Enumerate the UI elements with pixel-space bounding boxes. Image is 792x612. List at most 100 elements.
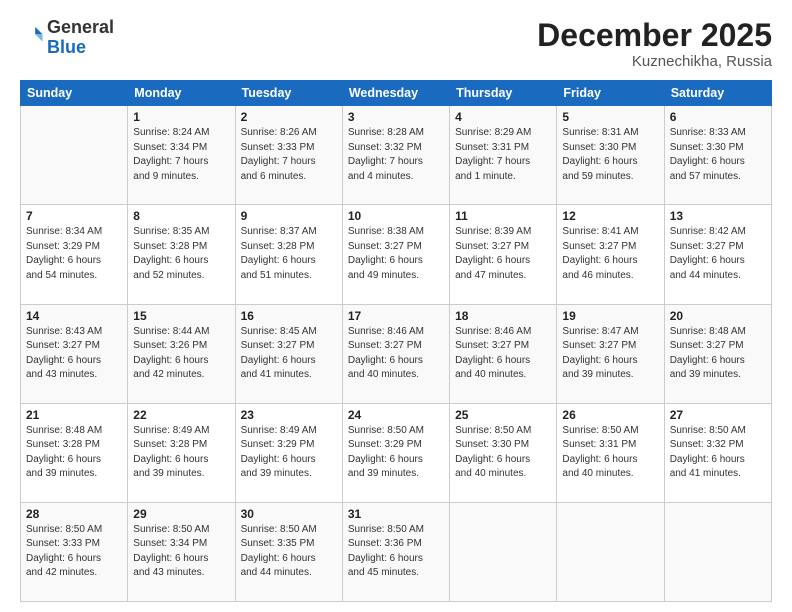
calendar-cell: 31 Sunrise: 8:50 AM Sunset: 3:36 PM Dayli… (342, 502, 449, 601)
day-info: Sunrise: 8:39 AM Sunset: 3:27 PM Dayligh… (455, 225, 551, 283)
day-number: 9 (241, 209, 337, 223)
calendar-cell: 20Sunrise: 8:48 AM Sunset: 3:27 PM Dayli… (664, 304, 771, 403)
day-info: Sunrise: 8:43 AM Sunset: 3:27 PM Dayligh… (26, 325, 122, 383)
day-info: Sunrise: 8:49 AM Sunset: 3:28 PM Dayligh… (133, 424, 229, 482)
day-number: 7 (26, 209, 122, 223)
day-number: 23 (241, 408, 337, 422)
day-info: Sunrise: 8:46 AM Sunset: 3:27 PM Dayligh… (455, 325, 551, 383)
calendar-week-row: 1 Sunrise: 8:24 AM Sunset: 3:34 PM Daylig… (21, 106, 772, 205)
day-info: Sunrise: 8:50 AM Sunset: 3:29 PM Dayligh… (348, 424, 444, 482)
calendar-cell: 9 Sunrise: 8:37 AM Sunset: 3:28 PM Daylig… (235, 205, 342, 304)
day-info: Sunrise: 8:50 AM Sunset: 3:33 PM Dayligh… (26, 523, 122, 581)
calendar-cell: 22 Sunrise: 8:49 AM Sunset: 3:28 PM Dayli… (128, 403, 235, 502)
day-info: Sunrise: 8:29 AM Sunset: 3:31 PM Dayligh… (455, 126, 551, 184)
day-number: 27 (670, 408, 766, 422)
day-number: 13 (670, 209, 766, 223)
day-number: 11 (455, 209, 551, 223)
day-number: 15 (133, 309, 229, 323)
day-info: Sunrise: 8:44 AM Sunset: 3:26 PM Dayligh… (133, 325, 229, 383)
calendar-week-row: 21Sunrise: 8:48 AM Sunset: 3:28 PM Dayli… (21, 403, 772, 502)
day-number: 5 (562, 110, 658, 124)
calendar-cell: 2Sunrise: 8:26 AM Sunset: 3:33 PM Daylig… (235, 106, 342, 205)
day-of-week-monday: Monday (128, 81, 235, 106)
calendar-cell (21, 106, 128, 205)
calendar-cell: 19 Sunrise: 8:47 AM Sunset: 3:27 PM Dayli… (557, 304, 664, 403)
calendar-cell (450, 502, 557, 601)
calendar-cell: 17Sunrise: 8:46 AM Sunset: 3:27 PM Dayli… (342, 304, 449, 403)
day-info: Sunrise: 8:35 AM Sunset: 3:28 PM Dayligh… (133, 225, 229, 283)
day-info: Sunrise: 8:50 AM Sunset: 3:36 PM Dayligh… (348, 523, 444, 581)
day-info: Sunrise: 8:49 AM Sunset: 3:29 PM Dayligh… (241, 424, 337, 482)
day-number: 30 (241, 507, 337, 521)
day-info: Sunrise: 8:33 AM Sunset: 3:30 PM Dayligh… (670, 126, 766, 184)
calendar-week-row: 7Sunrise: 8:34 AM Sunset: 3:29 PM Daylig… (21, 205, 772, 304)
day-info: Sunrise: 8:28 AM Sunset: 3:32 PM Dayligh… (348, 126, 444, 184)
calendar-cell: 10 Sunrise: 8:38 AM Sunset: 3:27 PM Dayli… (342, 205, 449, 304)
logo-icon (22, 24, 44, 46)
calendar-cell: 7Sunrise: 8:34 AM Sunset: 3:29 PM Daylig… (21, 205, 128, 304)
day-info: Sunrise: 8:26 AM Sunset: 3:33 PM Dayligh… (241, 126, 337, 184)
day-number: 26 (562, 408, 658, 422)
day-number: 22 (133, 408, 229, 422)
day-info: Sunrise: 8:50 AM Sunset: 3:32 PM Dayligh… (670, 424, 766, 482)
day-number: 18 (455, 309, 551, 323)
calendar-cell: 4Sunrise: 8:29 AM Sunset: 3:31 PM Daylig… (450, 106, 557, 205)
day-number: 1 (133, 110, 229, 124)
day-info: Sunrise: 8:50 AM Sunset: 3:35 PM Dayligh… (241, 523, 337, 581)
day-number: 14 (26, 309, 122, 323)
day-info: Sunrise: 8:47 AM Sunset: 3:27 PM Dayligh… (562, 325, 658, 383)
day-number: 28 (26, 507, 122, 521)
logo-blue: Blue (47, 37, 86, 57)
calendar-cell: 3 Sunrise: 8:28 AM Sunset: 3:32 PM Daylig… (342, 106, 449, 205)
title-block: December 2025 Kuznechikha, Russia (537, 18, 772, 70)
day-number: 10 (348, 209, 444, 223)
day-number: 25 (455, 408, 551, 422)
day-info: Sunrise: 8:42 AM Sunset: 3:27 PM Dayligh… (670, 225, 766, 283)
calendar-cell: 23 Sunrise: 8:49 AM Sunset: 3:29 PM Dayli… (235, 403, 342, 502)
day-info: Sunrise: 8:31 AM Sunset: 3:30 PM Dayligh… (562, 126, 658, 184)
calendar-cell: 16 Sunrise: 8:45 AM Sunset: 3:27 PM Dayli… (235, 304, 342, 403)
day-number: 31 (348, 507, 444, 521)
calendar-cell: 8 Sunrise: 8:35 AM Sunset: 3:28 PM Daylig… (128, 205, 235, 304)
day-info: Sunrise: 8:50 AM Sunset: 3:34 PM Dayligh… (133, 523, 229, 581)
day-of-week-saturday: Saturday (664, 81, 771, 106)
calendar-cell: 21Sunrise: 8:48 AM Sunset: 3:28 PM Dayli… (21, 403, 128, 502)
day-info: Sunrise: 8:24 AM Sunset: 3:34 PM Dayligh… (133, 126, 229, 184)
calendar-cell (557, 502, 664, 601)
day-of-week-sunday: Sunday (21, 81, 128, 106)
day-number: 21 (26, 408, 122, 422)
calendar-cell: 28 Sunrise: 8:50 AM Sunset: 3:33 PM Dayli… (21, 502, 128, 601)
calendar-cell: 25Sunrise: 8:50 AM Sunset: 3:30 PM Dayli… (450, 403, 557, 502)
day-number: 8 (133, 209, 229, 223)
calendar-cell: 11 Sunrise: 8:39 AM Sunset: 3:27 PM Dayli… (450, 205, 557, 304)
day-info: Sunrise: 8:38 AM Sunset: 3:27 PM Dayligh… (348, 225, 444, 283)
calendar-cell: 24Sunrise: 8:50 AM Sunset: 3:29 PM Dayli… (342, 403, 449, 502)
calendar-cell: 18 Sunrise: 8:46 AM Sunset: 3:27 PM Dayli… (450, 304, 557, 403)
calendar-cell: 13 Sunrise: 8:42 AM Sunset: 3:27 PM Dayli… (664, 205, 771, 304)
day-info: Sunrise: 8:37 AM Sunset: 3:28 PM Dayligh… (241, 225, 337, 283)
day-number: 20 (670, 309, 766, 323)
day-number: 29 (133, 507, 229, 521)
day-of-week-friday: Friday (557, 81, 664, 106)
day-info: Sunrise: 8:45 AM Sunset: 3:27 PM Dayligh… (241, 325, 337, 383)
day-number: 19 (562, 309, 658, 323)
calendar-week-row: 28 Sunrise: 8:50 AM Sunset: 3:33 PM Dayli… (21, 502, 772, 601)
day-number: 3 (348, 110, 444, 124)
logo-general: General (47, 17, 114, 37)
day-of-week-wednesday: Wednesday (342, 81, 449, 106)
calendar-header-row: SundayMondayTuesdayWednesdayThursdayFrid… (21, 81, 772, 106)
logo: General Blue (20, 18, 114, 58)
calendar-cell: 27 Sunrise: 8:50 AM Sunset: 3:32 PM Dayli… (664, 403, 771, 502)
day-number: 16 (241, 309, 337, 323)
calendar-week-row: 14 Sunrise: 8:43 AM Sunset: 3:27 PM Dayli… (21, 304, 772, 403)
page: General Blue December 2025 Kuznechikha, … (0, 0, 792, 612)
day-info: Sunrise: 8:41 AM Sunset: 3:27 PM Dayligh… (562, 225, 658, 283)
day-number: 12 (562, 209, 658, 223)
calendar-cell: 15 Sunrise: 8:44 AM Sunset: 3:26 PM Dayli… (128, 304, 235, 403)
day-info: Sunrise: 8:50 AM Sunset: 3:31 PM Dayligh… (562, 424, 658, 482)
calendar-cell: 30 Sunrise: 8:50 AM Sunset: 3:35 PM Dayli… (235, 502, 342, 601)
calendar-cell: 6 Sunrise: 8:33 AM Sunset: 3:30 PM Daylig… (664, 106, 771, 205)
month-title: December 2025 (537, 18, 772, 53)
day-number: 6 (670, 110, 766, 124)
day-number: 17 (348, 309, 444, 323)
